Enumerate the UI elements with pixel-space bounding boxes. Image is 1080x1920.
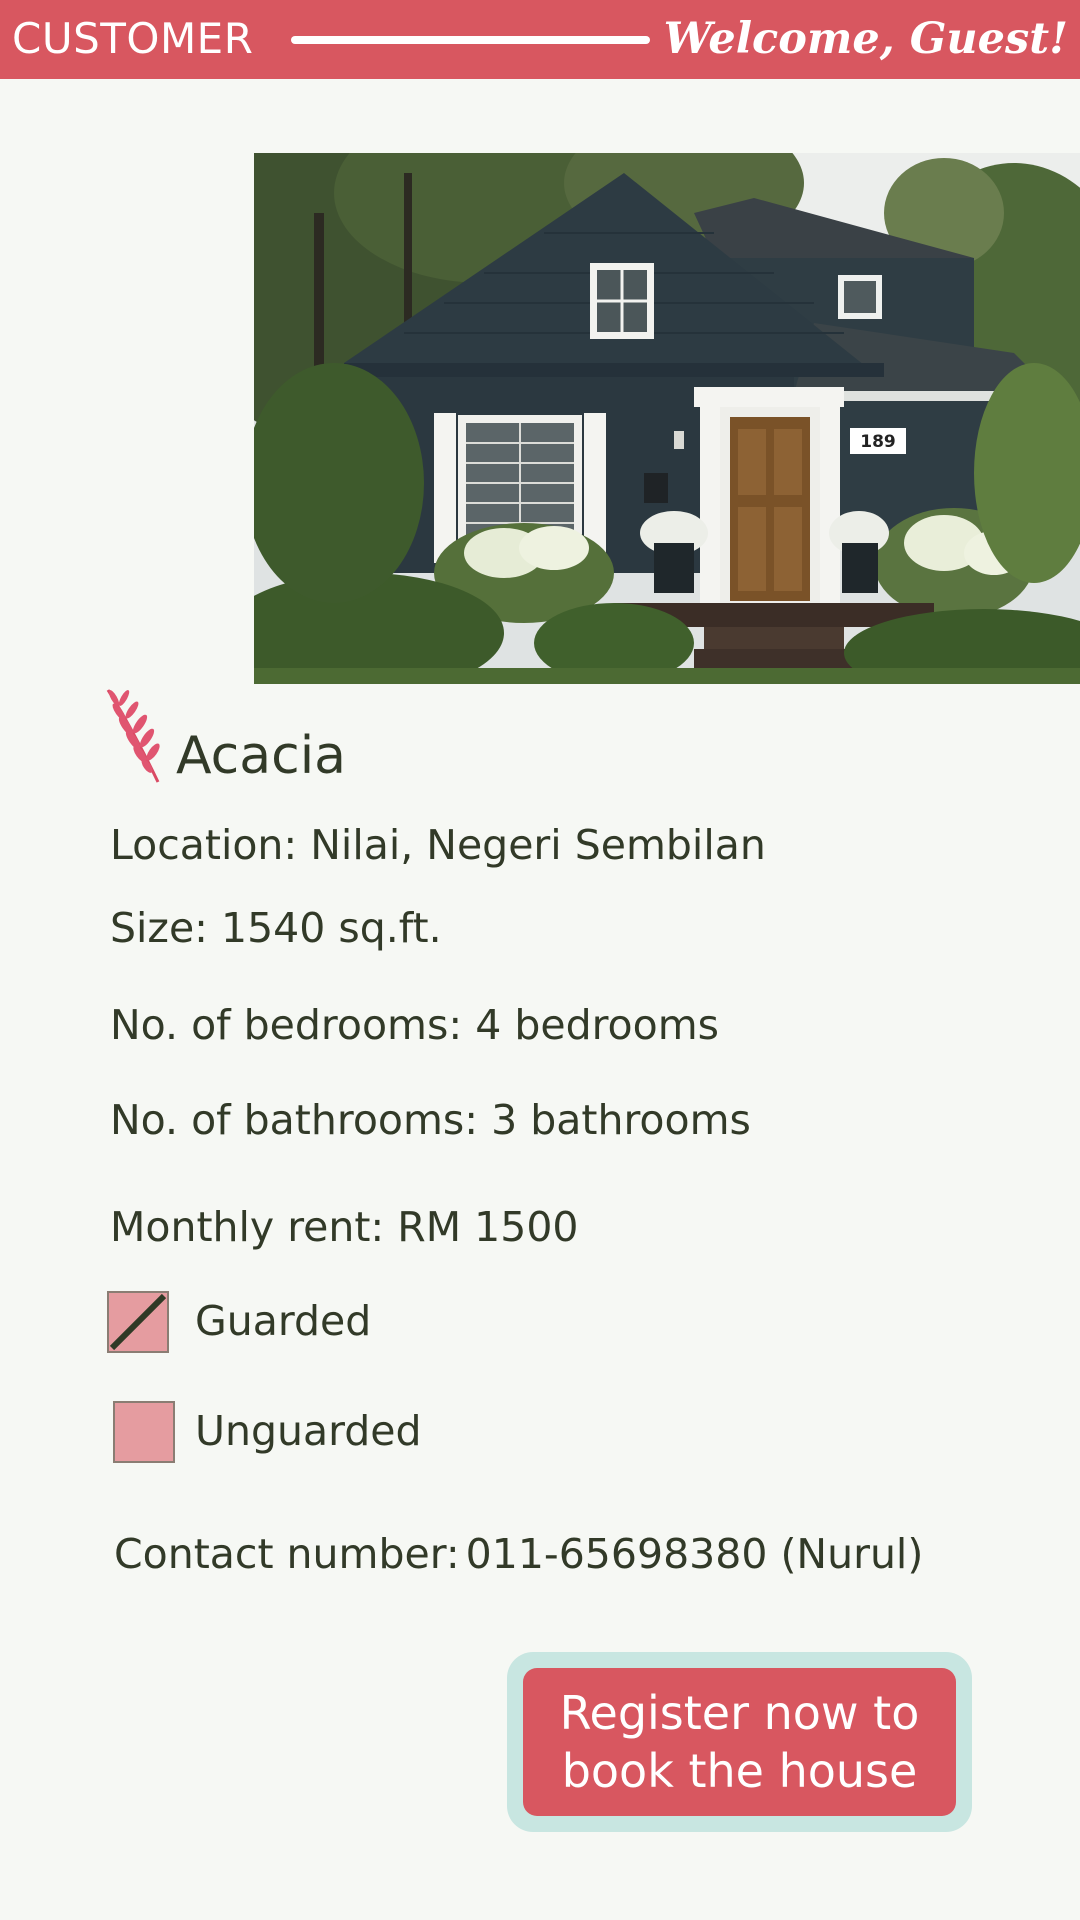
register-button-outline: Register now to book the house xyxy=(507,1652,972,1832)
guarded-option[interactable]: Guarded xyxy=(107,1291,607,1355)
house-illustration: 189 xyxy=(254,153,1080,684)
guarded-checkbox[interactable] xyxy=(107,1291,169,1353)
unguarded-checkbox[interactable] xyxy=(113,1401,175,1463)
check-slash-icon xyxy=(109,1293,167,1351)
welcome-message: Welcome, Guest! xyxy=(663,14,1068,64)
contact-value: 011-65698380 (Nurul) xyxy=(465,1530,924,1578)
top-header-bar: CUSTOMER Welcome, Guest! xyxy=(0,0,1080,79)
register-button[interactable]: Register now to book the house xyxy=(523,1668,956,1816)
contact-label: Contact number: xyxy=(114,1530,460,1578)
guarded-label[interactable]: Guarded xyxy=(195,1295,371,1347)
house-photo: 189 xyxy=(254,153,1080,684)
property-monthly-rent: Monthly rent: RM 1500 xyxy=(110,1203,579,1251)
header-section-label: CUSTOMER xyxy=(12,14,254,63)
leaf-icon xyxy=(106,689,160,783)
unguarded-label[interactable]: Unguarded xyxy=(195,1405,422,1457)
house-number-plaque: 189 xyxy=(860,432,896,452)
property-location: Location: Nilai, Negeri Sembilan xyxy=(110,821,766,869)
property-bathrooms: No. of bathrooms: 3 bathrooms xyxy=(110,1096,751,1144)
property-bedrooms: No. of bedrooms: 4 bedrooms xyxy=(110,1001,720,1049)
header-divider-line xyxy=(291,36,650,44)
property-size: Size: 1540 sq.ft. xyxy=(110,904,442,952)
unguarded-option[interactable]: Unguarded xyxy=(107,1401,607,1465)
contact-number: Contact number: 011-65698380 (Nurul) xyxy=(114,1528,923,1580)
property-name: Acacia xyxy=(176,726,347,786)
